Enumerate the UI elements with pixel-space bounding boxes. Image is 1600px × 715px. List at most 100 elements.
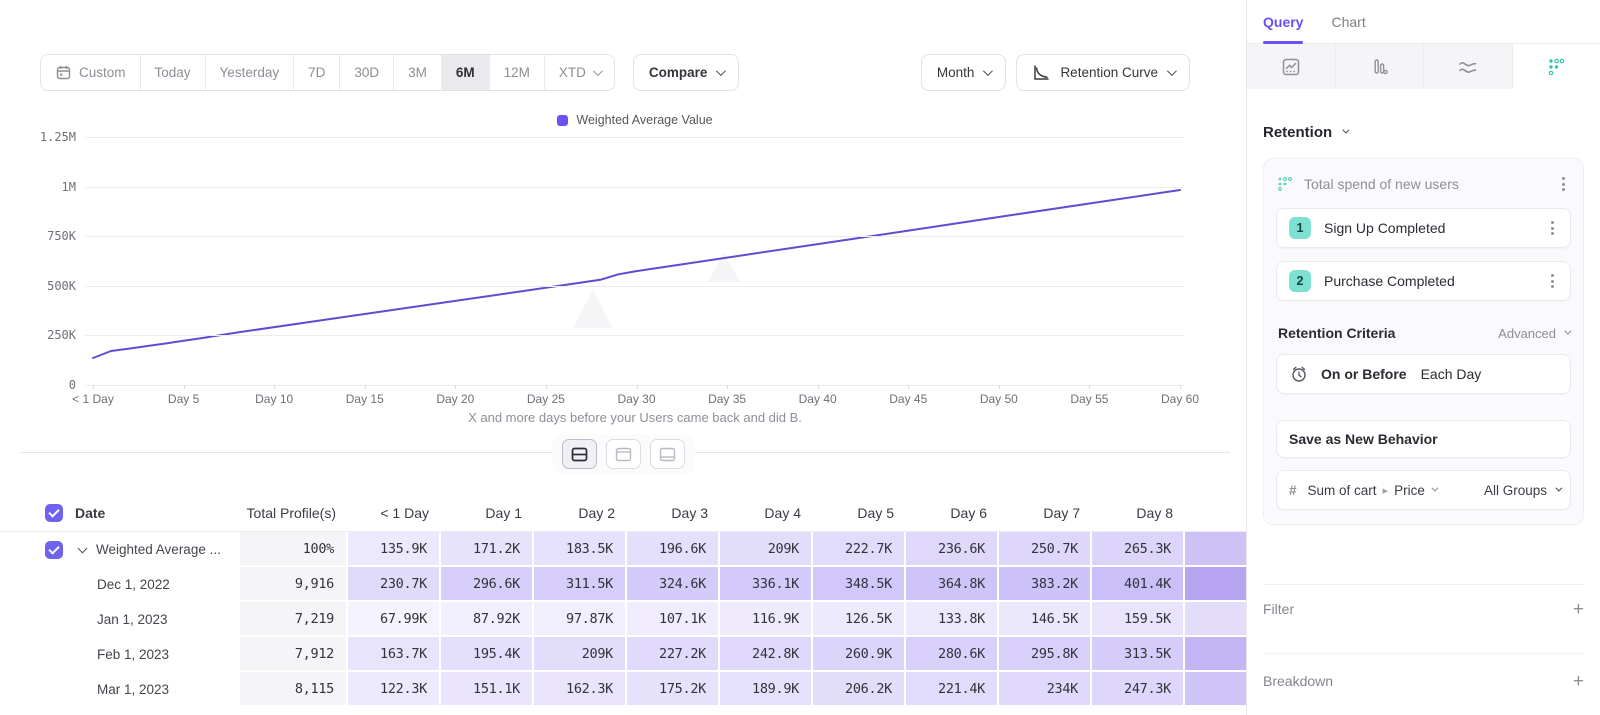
retention-value-cell[interactable]: 175.2K <box>627 672 720 707</box>
report-type-selector[interactable]: Retention <box>1263 124 1347 141</box>
split-view-button[interactable] <box>562 439 597 469</box>
criteria-mode-dropdown[interactable]: Advanced <box>1498 326 1569 341</box>
tab-funnels[interactable] <box>1336 44 1425 89</box>
retention-value-cell[interactable]: 247.3K <box>1092 672 1185 707</box>
retention-value-cell[interactable]: 280.6K <box>906 637 999 672</box>
retention-value-cell[interactable]: 209K <box>720 532 813 567</box>
tab-flows[interactable] <box>1424 44 1513 89</box>
retention-value-cell[interactable]: 221.4K <box>906 672 999 707</box>
groups-dropdown[interactable]: All Groups <box>1484 483 1560 498</box>
chart-type-label: Retention Curve <box>1060 65 1158 80</box>
table-only-view-button[interactable] <box>650 439 685 469</box>
retention-value-cell[interactable]: 122.3K <box>348 672 441 707</box>
granularity-button[interactable]: Month <box>921 54 1007 91</box>
retention-value-cell[interactable]: 97.87K <box>534 602 627 637</box>
measure-dropdown[interactable]: Sum of cart ▸ Price <box>1308 483 1484 498</box>
retention-value-cell[interactable]: 336.1K <box>720 567 813 602</box>
gridline <box>85 286 1185 287</box>
x-tick-mark <box>274 385 275 389</box>
retention-value-cell[interactable]: 296.6K <box>441 567 534 602</box>
retention-value-cell[interactable]: 146.5K <box>999 602 1092 637</box>
x-tick-label: Day 40 <box>799 392 837 406</box>
retention-value-cell[interactable]: 171.2K <box>441 532 534 567</box>
behavior-step-card[interactable]: 1Sign Up Completed <box>1276 208 1571 248</box>
retention-value-cell[interactable]: 230.7K <box>348 567 441 602</box>
retention-value-cell[interactable]: 135.9K <box>348 532 441 567</box>
retention-value-cell-clipped <box>1185 637 1246 672</box>
retention-value-cell[interactable]: 234K <box>999 672 1092 707</box>
retention-value-cell[interactable]: 159.5K <box>1092 602 1185 637</box>
timing-card[interactable]: On or Before Each Day <box>1276 354 1571 394</box>
save-as-new-behavior-button[interactable]: Save as New Behavior <box>1276 420 1571 458</box>
range-yesterday[interactable]: Yesterday <box>206 55 295 90</box>
chart-legend: Weighted Average Value <box>85 113 1185 127</box>
retention-value-cell-clipped <box>1185 567 1246 602</box>
retention-value-cell[interactable]: 401.4K <box>1092 567 1185 602</box>
retention-value-cell-clipped <box>1185 672 1246 707</box>
kebab-menu-icon[interactable] <box>1545 217 1560 239</box>
retention-value-cell[interactable]: 364.8K <box>906 567 999 602</box>
range-3m[interactable]: 3M <box>394 55 442 90</box>
tab-retention[interactable] <box>1513 44 1600 89</box>
tab-chart[interactable]: Chart <box>1331 0 1365 43</box>
kebab-menu-icon[interactable] <box>1545 270 1560 292</box>
add-breakdown-button[interactable]: + <box>1573 672 1584 691</box>
retention-value-cell[interactable]: 227.2K <box>627 637 720 672</box>
legend-swatch <box>557 115 568 126</box>
retention-value-cell[interactable]: 87.92K <box>441 602 534 637</box>
retention-value-cell[interactable]: 183.5K <box>534 532 627 567</box>
range-7d[interactable]: 7D <box>294 55 340 90</box>
retention-value-cell[interactable]: 236.6K <box>906 532 999 567</box>
tab-insights[interactable] <box>1247 44 1336 89</box>
tab-query[interactable]: Query <box>1263 0 1303 43</box>
retention-value-cell[interactable]: 250.7K <box>999 532 1092 567</box>
retention-value-cell[interactable]: 206.2K <box>813 672 906 707</box>
retention-value-cell[interactable]: 162.3K <box>534 672 627 707</box>
retention-value-cell[interactable]: 151.1K <box>441 672 534 707</box>
retention-line-chart[interactable] <box>85 137 1185 385</box>
chart-only-view-button[interactable] <box>606 439 641 469</box>
retention-value-cell[interactable]: 383.2K <box>999 567 1092 602</box>
range-30d[interactable]: 30D <box>340 55 394 90</box>
chevron-down-icon <box>1555 484 1562 491</box>
retention-value-cell[interactable]: 67.99K <box>348 602 441 637</box>
retention-value-cell[interactable]: 324.6K <box>627 567 720 602</box>
retention-value-cell[interactable]: 133.8K <box>906 602 999 637</box>
retention-value-cell[interactable]: 222.7K <box>813 532 906 567</box>
breakdown-section: Breakdown + <box>1263 668 1584 694</box>
retention-curve-icon <box>1032 64 1051 82</box>
total-profiles-cell: 100% <box>240 532 348 567</box>
legend-label: Weighted Average Value <box>576 113 712 127</box>
column-header: Day 4 <box>720 505 813 521</box>
range-custom[interactable]: Custom <box>41 55 141 90</box>
retention-value-cell[interactable]: 209K <box>534 637 627 672</box>
divider <box>1263 653 1584 654</box>
add-filter-button[interactable]: + <box>1573 600 1584 619</box>
row-expander-icon[interactable] <box>78 543 88 553</box>
retention-value-cell[interactable]: 260.9K <box>813 637 906 672</box>
chart-type-button[interactable]: Retention Curve <box>1016 54 1190 91</box>
retention-value-cell[interactable]: 195.4K <box>441 637 534 672</box>
behavior-step-card[interactable]: 2Purchase Completed <box>1276 261 1571 301</box>
retention-value-cell[interactable]: 107.1K <box>627 602 720 637</box>
retention-value-cell[interactable]: 265.3K <box>1092 532 1185 567</box>
select-all-checkbox[interactable] <box>45 504 63 522</box>
retention-value-cell[interactable]: 311.5K <box>534 567 627 602</box>
range-today[interactable]: Today <box>141 55 206 90</box>
kebab-menu-icon[interactable] <box>1556 173 1571 195</box>
range-12m[interactable]: 12M <box>490 55 545 90</box>
retention-value-cell[interactable]: 242.8K <box>720 637 813 672</box>
compare-button[interactable]: Compare <box>633 54 740 91</box>
retention-value-cell[interactable]: 116.9K <box>720 602 813 637</box>
retention-value-cell[interactable]: 348.5K <box>813 567 906 602</box>
range-xtd[interactable]: XTD <box>545 55 614 90</box>
retention-value-cell[interactable]: 196.6K <box>627 532 720 567</box>
range-6m[interactable]: 6M <box>442 55 490 90</box>
retention-value-cell[interactable]: 313.5K <box>1092 637 1185 672</box>
retention-value-cell[interactable]: 126.5K <box>813 602 906 637</box>
retention-value-cell[interactable]: 163.7K <box>348 637 441 672</box>
row-checkbox[interactable] <box>45 541 63 559</box>
retention-value-cell[interactable]: 189.9K <box>720 672 813 707</box>
retention-value-cell[interactable]: 295.8K <box>999 637 1092 672</box>
behavior-header: Total spend of new users <box>1276 173 1571 195</box>
